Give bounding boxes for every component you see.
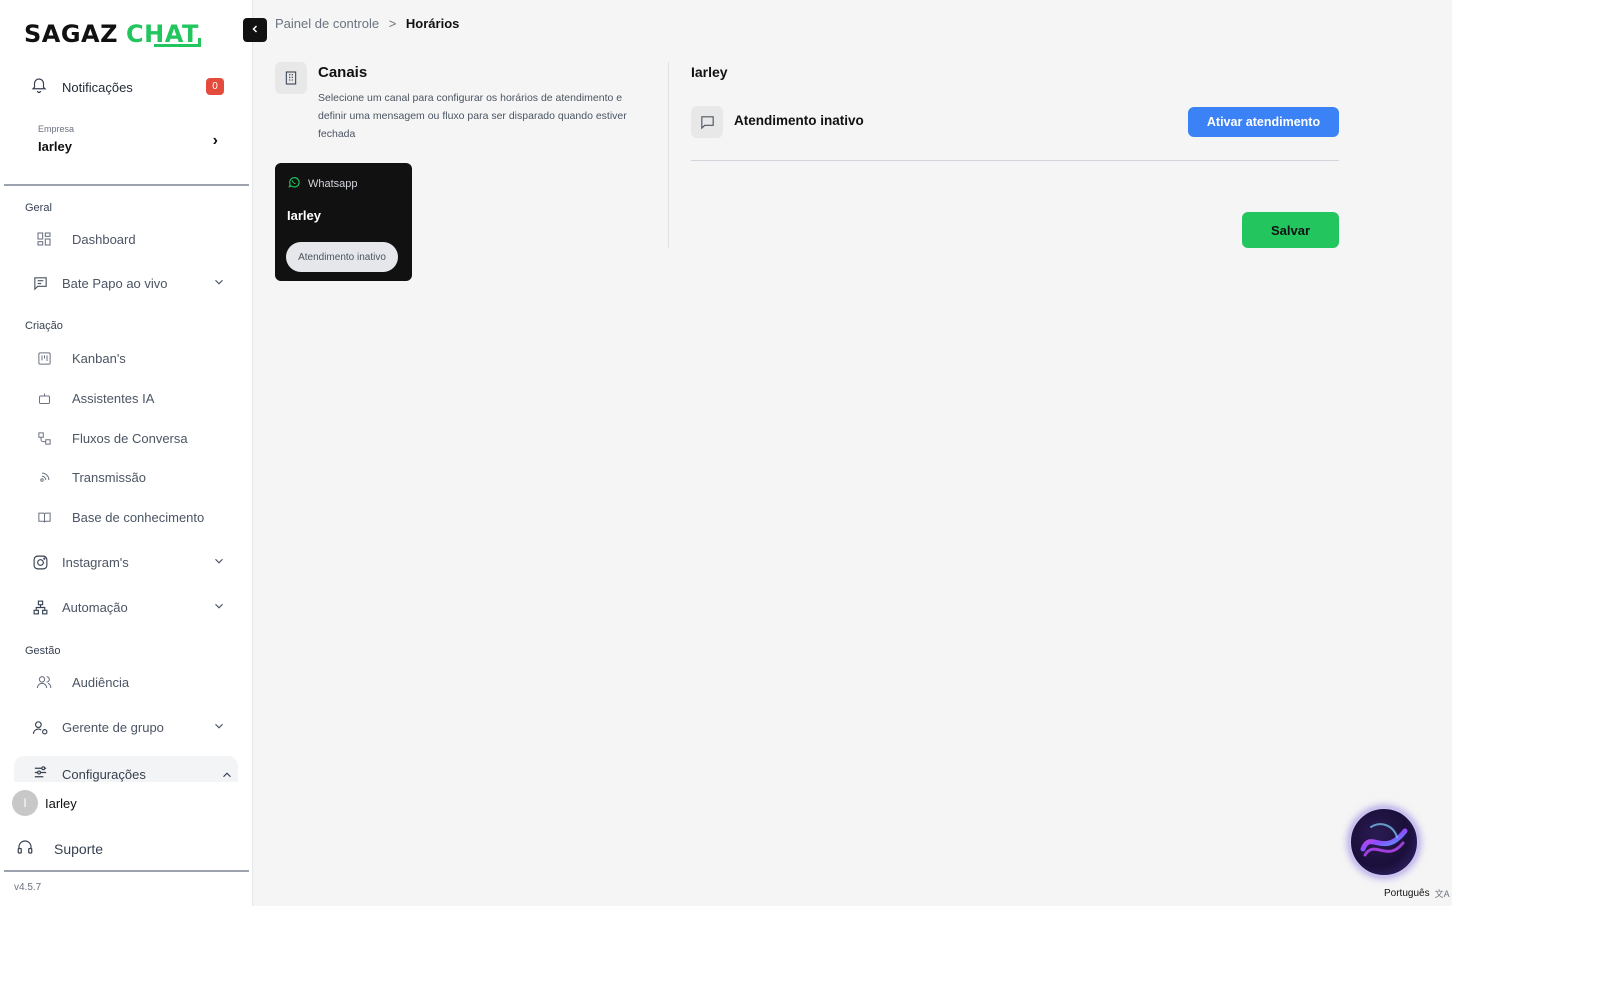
service-status: Atendimento inativo [734, 113, 864, 128]
activate-service-button[interactable]: Ativar atendimento [1188, 107, 1339, 137]
book-icon [34, 507, 54, 527]
brand-name-part1: SAGAZ [24, 20, 119, 48]
sidebar-item-audiencia[interactable]: Audiência [34, 667, 234, 697]
channels-description: Selecione um canal para configurar os ho… [318, 92, 627, 140]
sliders-icon [30, 762, 50, 782]
support-link[interactable]: Suporte [16, 838, 103, 859]
sidebar-item-transmissao[interactable]: Transmissão [34, 462, 234, 492]
broadcast-icon [34, 467, 54, 487]
panel-divider [668, 62, 669, 248]
chevron-down-icon [212, 719, 226, 736]
chevron-up-icon [220, 768, 234, 782]
company-name: Iarley [38, 139, 72, 154]
building-icon [275, 62, 307, 94]
message-square-icon [691, 106, 723, 138]
channel-type-label: Whatsapp [308, 177, 358, 190]
sidebar-item-dashboard[interactable]: Dashboard [34, 224, 234, 254]
bot-icon [34, 388, 54, 408]
detail-title: Iarley [691, 64, 728, 80]
channel-card[interactable]: Whatsapp Iarley Atendimento inativo [275, 163, 412, 281]
user-settings-icon [30, 717, 50, 737]
sidebar-item-assistentes[interactable]: Assistentes IA [34, 383, 234, 413]
sidebar-item-configuracoes[interactable]: Configurações [14, 756, 238, 782]
chevron-right-icon: › [212, 132, 218, 149]
ai-orb-icon [1360, 823, 1408, 857]
app-root: SAGAZ CHAT Notificações 0 Empresa Iarley… [0, 0, 1452, 906]
sidebar-item-fluxos[interactable]: Fluxos de Conversa [34, 423, 234, 453]
ai-assistant-orb[interactable] [1348, 806, 1420, 878]
sidebar-item-instagram[interactable]: Instagram's [30, 547, 230, 577]
whatsapp-icon [287, 175, 301, 192]
sidebar-item-label: Fluxos de Conversa [72, 430, 188, 446]
chevron-down-icon [212, 599, 226, 616]
sidebar-item-gerente[interactable]: Gerente de grupo [30, 712, 230, 742]
chevron-left-icon [249, 22, 261, 38]
headset-icon [16, 838, 34, 859]
sidebar-item-label: Assistentes IA [72, 390, 155, 406]
sidebar-item-label: Dashboard [72, 231, 136, 247]
avatar: I [12, 790, 38, 816]
sidebar-item-base[interactable]: Base de conhecimento [34, 502, 234, 532]
dashboard-icon [34, 229, 54, 249]
sidebar-divider [4, 870, 249, 872]
kanban-icon [34, 348, 54, 368]
instagram-icon [30, 552, 50, 572]
chevron-down-icon [212, 275, 226, 292]
sidebar-item-label: Configurações [62, 767, 146, 782]
section-criacao: Criação [25, 320, 63, 332]
section-geral: Geral [25, 202, 52, 214]
company-selector[interactable]: Empresa Iarley › [38, 124, 218, 160]
sidebar-item-label: Audiência [72, 674, 130, 690]
save-button[interactable]: Salvar [1242, 212, 1339, 248]
language-label: Português [1384, 888, 1430, 899]
channels-title: Canais [318, 64, 368, 81]
sidebar-item-label: Base de conhecimento [72, 509, 205, 525]
chevron-down-icon [212, 554, 226, 571]
sidebar-item-label: Automação [62, 599, 128, 615]
breadcrumb: Painel de controle > Horários [275, 16, 459, 31]
section-gestao: Gestão [25, 645, 61, 657]
user-profile[interactable]: I Iarley [12, 790, 77, 816]
user-name: Iarley [45, 795, 77, 811]
collapse-sidebar-button[interactable] [243, 18, 267, 42]
sidebar-item-label: Kanban's [72, 350, 126, 366]
notifications-badge: 0 [206, 78, 224, 95]
sidebar-divider [4, 184, 249, 186]
bell-icon [30, 76, 48, 99]
sidebar-item-label: Transmissão [72, 469, 146, 485]
channel-name: Iarley [287, 208, 321, 223]
brand-logo[interactable]: SAGAZ CHAT [24, 20, 201, 48]
brand-name-part2: CHAT [126, 20, 201, 48]
sidebar-item-kanban[interactable]: Kanban's [34, 343, 234, 373]
notifications-label: Notificações [62, 79, 133, 95]
breadcrumb-parent[interactable]: Painel de controle [275, 16, 379, 31]
translate-icon: 文A [1434, 889, 1450, 899]
support-label: Suporte [54, 840, 104, 857]
users-icon [34, 672, 54, 692]
sidebar-item-automacao[interactable]: Automação [30, 592, 230, 622]
app-version: v4.5.7 [14, 882, 42, 893]
sidebar: SAGAZ CHAT Notificações 0 Empresa Iarley… [0, 0, 253, 906]
detail-divider [691, 160, 1339, 161]
chat-icon [30, 273, 50, 293]
sidebar-item-label: Instagram's [62, 554, 129, 570]
breadcrumb-current: Horários [405, 16, 460, 31]
company-caption: Empresa [38, 124, 75, 134]
notifications-item[interactable]: Notificações 0 [30, 74, 230, 100]
channel-status-badge: Atendimento inativo [286, 242, 398, 272]
channel-type: Whatsapp [287, 175, 358, 192]
sidebar-item-label: Gerente de grupo [62, 719, 164, 735]
flow-icon [34, 428, 54, 448]
sidebar-item-bate-papo[interactable]: Bate Papo ao vivo [30, 268, 230, 298]
language-selector[interactable]: Português 文A [1384, 887, 1450, 900]
breadcrumb-separator: > [388, 16, 397, 31]
sidebar-item-label: Bate Papo ao vivo [62, 275, 168, 291]
network-icon [30, 597, 50, 617]
